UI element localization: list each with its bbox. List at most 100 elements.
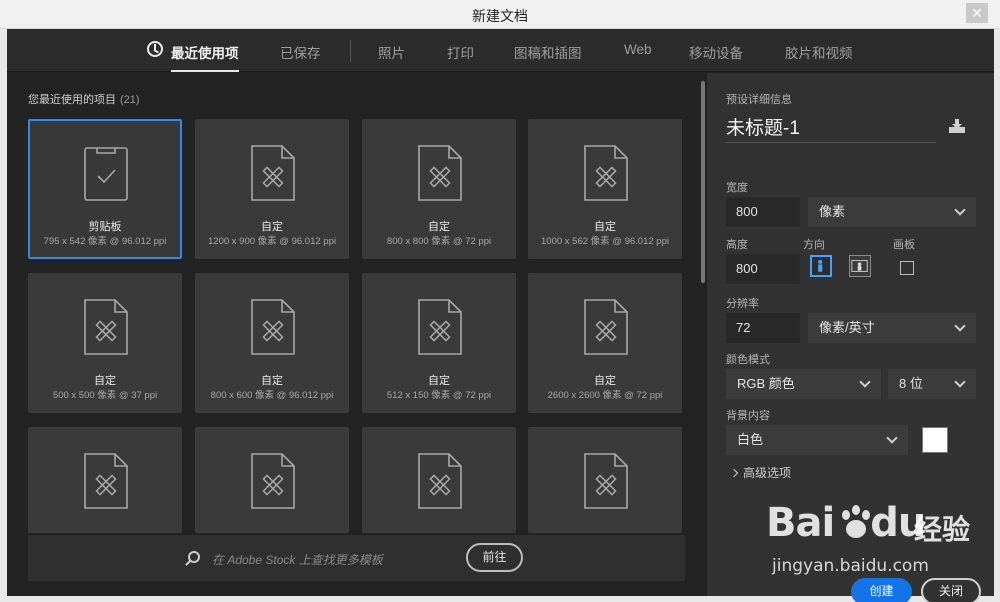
category-tabs: 最近使用项 已保存 照片 打印 图稿和插图 Web 移动设备 胶片和视频 [7, 29, 994, 72]
tile-name: 自定 [261, 221, 283, 233]
tile-dimensions: 800 x 600 像素 @ 96.012 ppi [210, 390, 334, 401]
width-unit-value: 像素 [819, 204, 846, 219]
tile-dimensions: 2600 x 2600 像素 @ 72 ppi [547, 390, 663, 401]
tab-mobile[interactable]: 移动设备 [689, 42, 743, 62]
tile-dimensions: 1200 x 900 像素 @ 96.012 ppi [208, 236, 336, 247]
color-mode-value: RGB 颜色 [737, 376, 795, 391]
custom-document-icon [250, 452, 296, 510]
tile-name: 自定 [94, 375, 116, 387]
tile-dimensions: 795 x 542 像素 @ 96.012 ppi [43, 236, 167, 247]
tile-name: 自定 [428, 375, 450, 387]
custom-document-icon [583, 144, 629, 202]
landscape-orientation-icon[interactable] [849, 255, 871, 277]
chevron-right-icon [729, 468, 739, 478]
recent-tile[interactable]: 自定 800 x 800 像素 @ 72 ppi [362, 119, 516, 259]
custom-document-icon [417, 452, 463, 510]
recent-tile[interactable] [362, 427, 516, 533]
color-mode-select[interactable]: RGB 颜色 [726, 369, 881, 399]
resolution-unit-select[interactable]: 像素/英寸 [808, 313, 976, 343]
window-title: 新建文档 [472, 8, 528, 24]
document-name-underline [726, 142, 936, 143]
chevron-down-icon [954, 204, 966, 216]
tile-name: 自定 [594, 375, 616, 387]
tab-print[interactable]: 打印 [447, 42, 474, 62]
artboard-checkbox[interactable] [900, 261, 914, 275]
stock-search-bar: 在 Adobe Stock 上查找更多模板 前往 [28, 535, 685, 581]
chevron-down-icon [859, 376, 871, 388]
bit-depth-select[interactable]: 8 位 [888, 369, 976, 399]
background-color-swatch[interactable] [922, 427, 948, 453]
custom-document-icon [583, 298, 629, 356]
clock-icon [147, 41, 163, 57]
recent-heading: 您最近使用的项目 (21) [28, 91, 140, 107]
watermark-url: jingyan.baidu.com [772, 556, 929, 576]
tile-name: 自定 [261, 375, 283, 387]
watermark-cn: 经验 [914, 514, 971, 545]
height-label: 高度 [726, 239, 748, 251]
artboard-label: 画板 [893, 239, 915, 251]
custom-document-icon [83, 452, 129, 510]
recent-tile[interactable]: 自定 1000 x 562 像素 @ 96.012 ppi [528, 119, 682, 259]
save-preset-icon[interactable] [948, 118, 966, 134]
recent-count: (21) [120, 94, 140, 106]
width-input[interactable]: 800 [726, 197, 800, 227]
tile-dimensions: 512 x 150 像素 @ 72 ppi [386, 390, 492, 401]
resolution-input[interactable]: 72 [726, 313, 800, 343]
tile-name: 自定 [428, 221, 450, 233]
bit-depth-value: 8 位 [899, 376, 923, 391]
recent-tile[interactable] [28, 427, 182, 533]
chevron-down-icon [954, 320, 966, 332]
tab-web[interactable]: Web [624, 42, 652, 57]
tile-name: 剪贴板 [88, 221, 122, 233]
recent-panel: 您最近使用的项目 (21) 剪贴板 795 x 542 像素 @ 96.012 pp… [7, 73, 707, 596]
custom-document-icon [250, 298, 296, 356]
recent-tile[interactable]: 自定 512 x 150 像素 @ 72 ppi [362, 273, 516, 413]
document-name-input[interactable]: 未标题-1 [726, 113, 936, 140]
window-close-button[interactable]: ✕ [966, 3, 988, 23]
recent-tile[interactable] [195, 427, 349, 533]
background-label: 背景内容 [726, 410, 770, 422]
tab-photo[interactable]: 照片 [378, 42, 405, 62]
width-unit-select[interactable]: 像素 [808, 197, 976, 227]
resolution-unit-value: 像素/英寸 [819, 320, 875, 335]
background-select[interactable]: 白色 [726, 425, 908, 455]
recent-tile[interactable] [528, 427, 682, 533]
go-button[interactable]: 前往 [466, 543, 523, 572]
baidu-watermark: Bai du 经验 jingyan.baidu.com [760, 492, 990, 582]
recent-heading-label: 您最近使用的项目 [28, 94, 116, 106]
scrollbar-thumb[interactable] [701, 81, 705, 283]
tile-dimensions: 500 x 500 像素 @ 37 ppi [52, 390, 158, 401]
color-mode-label: 颜色模式 [726, 354, 770, 366]
clipboard-check-icon [83, 144, 129, 202]
custom-document-icon [583, 452, 629, 510]
width-label: 宽度 [726, 182, 748, 194]
tab-recent-label: 最近使用项 [171, 46, 239, 61]
chevron-down-icon [954, 376, 966, 388]
tab-film-video[interactable]: 胶片和视频 [785, 42, 853, 62]
tab-divider [350, 40, 351, 62]
search-icon [188, 551, 200, 563]
advanced-options-label: 高级选项 [743, 466, 792, 480]
background-value: 白色 [737, 432, 764, 447]
portrait-orientation-icon[interactable] [810, 255, 832, 277]
recent-tile[interactable]: 自定 500 x 500 像素 @ 37 ppi [28, 273, 182, 413]
tile-dimensions: 1000 x 562 像素 @ 96.012 ppi [541, 236, 669, 247]
recent-tile[interactable]: 自定 800 x 600 像素 @ 96.012 ppi [195, 273, 349, 413]
tab-recent[interactable]: 最近使用项 [147, 41, 239, 72]
preset-details-heading: 预设详细信息 [726, 94, 792, 106]
tab-art-illustration[interactable]: 图稿和插图 [514, 42, 582, 62]
recent-tile[interactable]: 剪贴板 795 x 542 像素 @ 96.012 ppi [28, 119, 182, 259]
chevron-down-icon [886, 432, 898, 444]
tile-name: 自定 [594, 221, 616, 233]
resolution-label: 分辨率 [726, 298, 759, 310]
tab-saved[interactable]: 已保存 [280, 42, 321, 62]
recent-tile[interactable]: 自定 2600 x 2600 像素 @ 72 ppi [528, 273, 682, 413]
tile-dimensions: 800 x 800 像素 @ 72 ppi [386, 236, 492, 247]
height-input[interactable]: 800 [726, 254, 800, 284]
active-tab-underline [171, 70, 239, 72]
recent-tile[interactable]: 自定 1200 x 900 像素 @ 96.012 ppi [195, 119, 349, 259]
custom-document-icon [417, 144, 463, 202]
stock-search-input[interactable]: 在 Adobe Stock 上查找更多模板 [212, 551, 383, 568]
advanced-options-toggle[interactable]: 高级选项 [729, 464, 792, 481]
custom-document-icon [83, 298, 129, 356]
